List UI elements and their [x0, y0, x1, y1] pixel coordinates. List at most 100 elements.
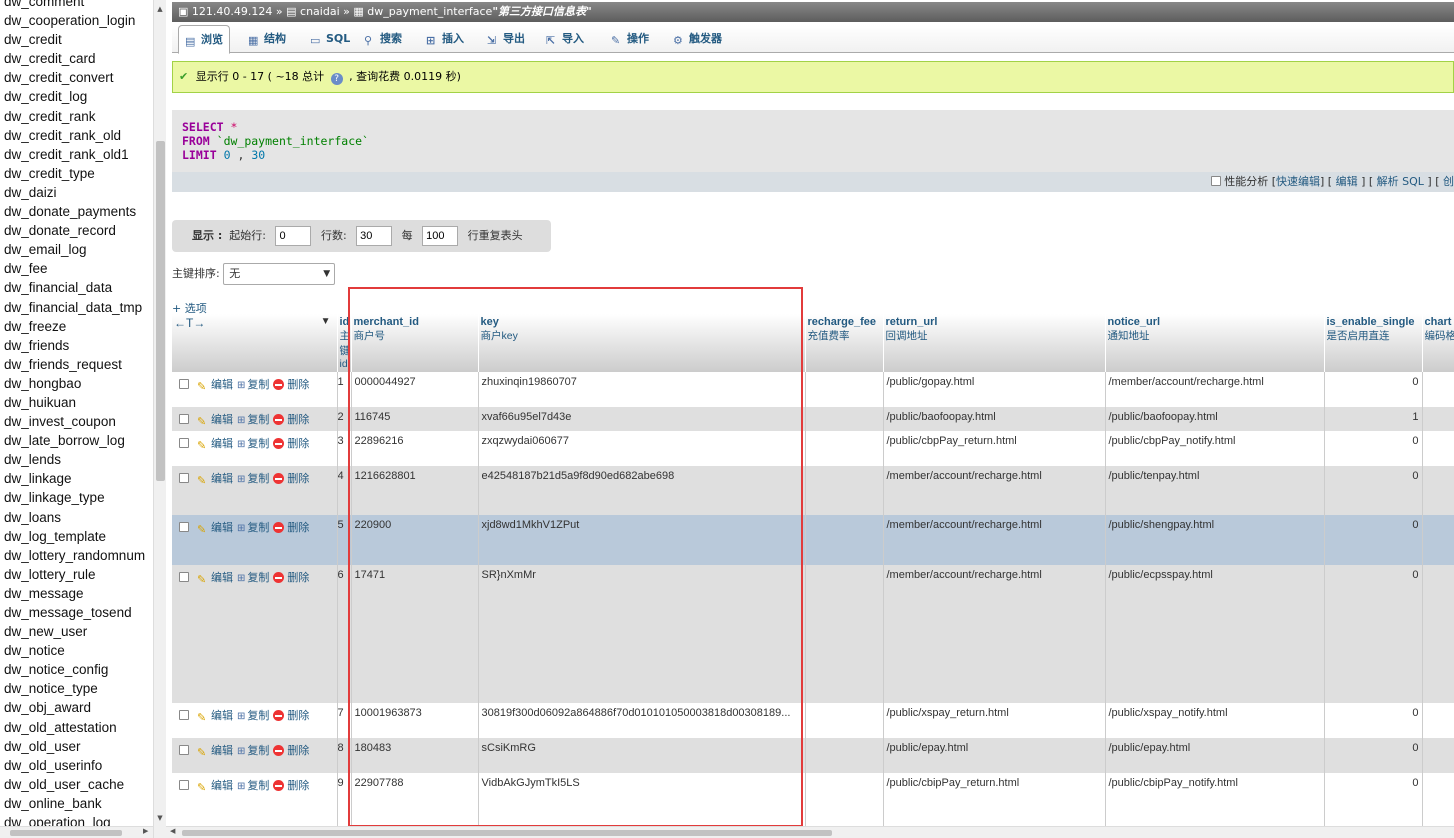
cell-id[interactable]: 8 [337, 738, 352, 773]
sidebar-table-item[interactable]: dw_credit_rank_old [4, 126, 145, 145]
cell-id[interactable]: 1 [337, 372, 352, 407]
cell-id[interactable]: 7 [337, 703, 352, 738]
cell-notice-url[interactable]: /public/ecpsspay.html [1105, 565, 1325, 703]
copy-icon[interactable]: ⊞ [237, 573, 245, 584]
header-notice-url[interactable]: notice_url 通知地址 [1105, 314, 1325, 372]
cell-return-url[interactable]: /public/cbipPay_return.html [883, 773, 1106, 830]
cell-merchant-id[interactable]: 1216628801 [351, 466, 479, 515]
sidebar-table-item[interactable]: dw_fee [4, 259, 145, 278]
scrollbar-thumb[interactable] [156, 141, 165, 481]
sidebar-table-item[interactable]: dw_old_userinfo [4, 756, 145, 775]
column-name[interactable]: return_url [886, 316, 938, 328]
repeat-headers-input[interactable] [422, 226, 459, 246]
sidebar-table-item[interactable]: dw_notice_config [4, 660, 145, 679]
delete-icon[interactable] [273, 379, 285, 390]
copy-row-link[interactable]: 复制 [247, 522, 269, 534]
sidebar-table-item[interactable]: dw_friends_request [4, 355, 145, 374]
delete-icon[interactable] [273, 572, 285, 583]
delete-row-link[interactable]: 删除 [287, 438, 309, 450]
row-checkbox[interactable] [179, 379, 189, 389]
column-name[interactable]: chart [1425, 316, 1452, 328]
copy-icon[interactable]: ⊞ [237, 523, 245, 534]
row-checkbox[interactable] [179, 438, 189, 448]
sidebar-table-item[interactable]: dw_notice [4, 641, 145, 660]
scroll-left-arrow-icon[interactable]: ◀ [170, 827, 175, 835]
row-checkbox[interactable] [179, 572, 189, 582]
row-checkbox[interactable] [179, 414, 189, 424]
scroll-down-arrow-icon[interactable]: ▼ [154, 812, 166, 824]
cell-is-enable-single[interactable]: 0 [1324, 515, 1423, 565]
cell-chart[interactable] [1422, 565, 1454, 703]
copy-row-link[interactable]: 复制 [247, 414, 269, 426]
cell-return-url[interactable]: /public/epay.html [883, 738, 1106, 773]
cell-merchant-id[interactable]: 116745 [351, 407, 479, 431]
pencil-icon[interactable]: ✎ [197, 380, 209, 393]
copy-row-link[interactable]: 复制 [247, 572, 269, 584]
pencil-icon[interactable]: ✎ [197, 474, 209, 487]
cell-key[interactable]: xvaf66u95el7d43e [478, 407, 806, 431]
column-name[interactable]: recharge_fee [808, 316, 877, 328]
scroll-up-arrow-icon[interactable]: ▲ [154, 3, 166, 15]
cell-recharge-fee[interactable] [805, 466, 884, 515]
pencil-icon[interactable]: ✎ [197, 573, 209, 586]
sidebar-table-item[interactable]: dw_lottery_rule [4, 565, 145, 584]
tab-insert[interactable]: ⊞ 插入 [420, 25, 470, 53]
cell-return-url[interactable]: /member/account/recharge.html [883, 565, 1106, 703]
tab-search[interactable]: ⚲ 搜索 [358, 25, 408, 53]
copy-row-link[interactable]: 复制 [247, 780, 269, 792]
copy-icon[interactable]: ⊞ [237, 711, 245, 722]
cell-merchant-id[interactable]: 220900 [351, 515, 479, 565]
row-checkbox[interactable] [179, 780, 189, 790]
cell-is-enable-single[interactable]: 0 [1324, 703, 1423, 738]
sidebar-table-item[interactable]: dw_old_attestation [4, 718, 145, 737]
cell-chart[interactable] [1422, 738, 1454, 773]
table-row[interactable]: ✎ 编辑 ⊞ 复制 删除 9 22907788 VidbAkGJymTkI5LS/public… [172, 773, 1454, 830]
table-row[interactable]: ✎ 编辑 ⊞ 复制 删除 8 180483 sCsiKmRG/public/epay.html… [172, 738, 1454, 773]
sidebar-table-item[interactable]: dw_loans [4, 508, 145, 527]
sidebar-table-item[interactable]: dw_credit_type [4, 164, 145, 183]
sql-keyword-select[interactable]: SELECT [182, 120, 224, 134]
cell-merchant-id[interactable]: 10001963873 [351, 703, 479, 738]
row-checkbox[interactable] [179, 473, 189, 483]
column-name[interactable]: id [340, 316, 350, 328]
sidebar-table-item[interactable]: dw_donate_payments [4, 202, 145, 221]
table-row[interactable]: ✎ 编辑 ⊞ 复制 删除 5 220900 xjd8wd1MkhV1ZPut/member/a… [172, 515, 1454, 565]
edit-row-link[interactable]: 编辑 [211, 572, 233, 584]
delete-icon[interactable] [273, 710, 285, 721]
edit-row-link[interactable]: 编辑 [211, 522, 233, 534]
sidebar-table-item[interactable]: dw_old_user [4, 737, 145, 756]
pencil-icon[interactable]: ✎ [197, 523, 209, 536]
sidebar-table-item[interactable]: dw_online_bank [4, 794, 145, 813]
sidebar-table-item[interactable]: dw_linkage [4, 469, 145, 488]
header-is-enable-single[interactable]: is_enable_single 是否启用直连 [1324, 314, 1423, 372]
copy-row-link[interactable]: 复制 [247, 473, 269, 485]
table-row[interactable]: ✎ 编辑 ⊞ 复制 删除 2 116745 xvaf66u95el7d43e/public/b… [172, 407, 1454, 431]
sidebar-table-item[interactable]: dw_freeze [4, 317, 145, 336]
pencil-icon[interactable]: ✎ [197, 711, 209, 724]
sidebar-table-item[interactable]: dw_old_user_cache [4, 775, 145, 794]
column-name[interactable]: key [481, 316, 499, 328]
delete-icon[interactable] [273, 780, 285, 791]
cell-id[interactable]: 3 [337, 431, 352, 466]
cell-key[interactable]: 30819f300d06092a864886f70d01010105000381… [478, 703, 806, 738]
delete-row-link[interactable]: 删除 [287, 710, 309, 722]
sidebar-horizontal-scrollbar[interactable]: ▶ [0, 826, 153, 838]
delete-row-link[interactable]: 删除 [287, 414, 309, 426]
edit-sql-link[interactable]: 编辑 [1336, 175, 1358, 188]
cell-return-url[interactable]: /public/gopay.html [883, 372, 1106, 407]
tab-structure[interactable]: ▦ 结构 [242, 25, 292, 53]
delete-row-link[interactable]: 删除 [287, 780, 309, 792]
profiling-checkbox[interactable] [1211, 176, 1222, 186]
edit-row-link[interactable]: 编辑 [211, 745, 233, 757]
sidebar-table-item[interactable]: dw_message_tosend [4, 603, 145, 622]
tab-operations[interactable]: ✎ 操作 [605, 25, 655, 53]
explain-sql-link[interactable]: 解析 SQL [1377, 175, 1424, 188]
column-name[interactable]: notice_url [1108, 316, 1161, 328]
sidebar-table-item[interactable]: dw_financial_data [4, 278, 145, 297]
row-checkbox[interactable] [179, 745, 189, 755]
sidebar-table-item[interactable]: dw_hongbao [4, 374, 145, 393]
cell-return-url[interactable]: /public/xspay_return.html [883, 703, 1106, 738]
sidebar-table-item[interactable]: dw_log_template [4, 527, 145, 546]
cell-key[interactable]: VidbAkGJymTkI5LS [478, 773, 806, 830]
delete-icon[interactable] [273, 473, 285, 484]
